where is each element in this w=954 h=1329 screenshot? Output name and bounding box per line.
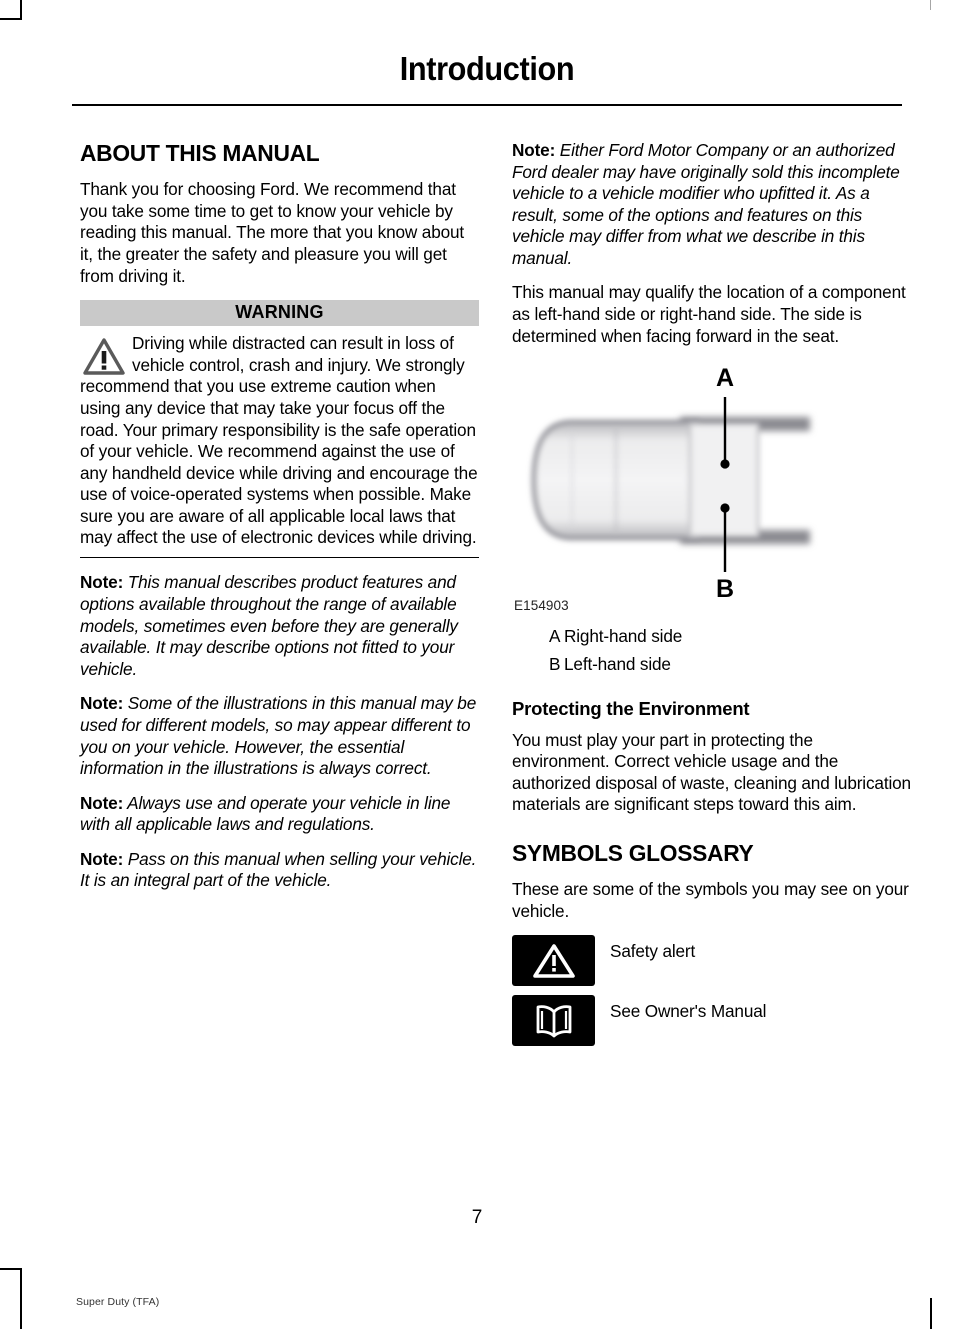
- figure-callout-a: A: [716, 364, 734, 392]
- legend-value: Right-hand side: [564, 626, 683, 647]
- page-number: 7: [471, 1207, 483, 1228]
- left-column: ABOUT THIS MANUAL Thank you for choosing…: [80, 140, 479, 905]
- section-heading-about-this-manual: ABOUT THIS MANUAL: [80, 140, 320, 166]
- symbol-list-item: See Owner's Manual: [512, 995, 911, 1047]
- note-label: Note:: [80, 848, 124, 869]
- figure-legend: A Right-hand side B Left-hand side: [512, 623, 911, 678]
- symbol-badge: [512, 995, 595, 1047]
- symbols-intro-paragraph: These are some of the symbols you may se…: [512, 879, 909, 921]
- side-definition-paragraph: This manual may qualify the location of …: [512, 282, 906, 346]
- note-label: Note:: [512, 140, 556, 160]
- vehicle-side-figure: A B E154903: [512, 360, 911, 615]
- note-item: Note: Either Ford Motor Company or an au…: [512, 140, 911, 269]
- header-divider: [72, 104, 902, 106]
- legend-row: A Right-hand side: [512, 623, 911, 651]
- warning-bar-label: WARNING: [80, 300, 479, 327]
- legend-row: B Left-hand side: [512, 651, 911, 679]
- note-text: Always use and operate your vehicle in l…: [80, 792, 451, 835]
- right-column: Note: Either Ford Motor Company or an au…: [512, 140, 911, 1047]
- note-item: Note: Always use and operate your vehicl…: [80, 793, 479, 836]
- legend-value: Left-hand side: [564, 653, 671, 674]
- safety-alert-triangle-icon: [532, 943, 575, 978]
- owners-manual-book-icon: [536, 1005, 571, 1038]
- subsection-heading-protecting-the-environment: Protecting the Environment: [512, 698, 750, 720]
- figure-id-label: E154903: [514, 598, 569, 614]
- warning-triangle-icon: [83, 338, 125, 375]
- intro-paragraph: Thank you for choosing Ford. We recommen…: [80, 179, 465, 286]
- crop-mark-bottom-right-vertical: [930, 1298, 932, 1329]
- crop-mark-bottom-left-vertical: [20, 1268, 22, 1329]
- note-text: This manual describes product features a…: [80, 572, 458, 679]
- crop-mark-bottom-left-horizontal: [0, 1268, 22, 1270]
- note-text: Either Ford Motor Company or an authoriz…: [512, 140, 900, 268]
- warning-divider: [80, 556, 479, 559]
- symbol-list-item: Safety alert: [512, 935, 911, 987]
- warning-body: Driving while distracted can result in l…: [80, 333, 479, 549]
- warning-text: Driving while distracted can result in l…: [80, 333, 478, 548]
- crop-mark-top-left-horizontal: [0, 18, 22, 20]
- section-heading-symbols-glossary: SYMBOLS GLOSSARY: [512, 839, 754, 866]
- note-text: Pass on this manual when selling your ve…: [80, 848, 477, 891]
- page-header: Introduction: [72, 50, 902, 87]
- note-label: Note:: [80, 693, 124, 714]
- vehicle-top-view-illustration: A B: [531, 364, 810, 600]
- legend-key: A: [549, 626, 561, 647]
- environment-paragraph: You must play your part in protecting th…: [512, 729, 911, 815]
- note-label: Note:: [80, 792, 124, 813]
- crop-mark-top-left-vertical: [20, 0, 22, 19]
- note-item: Note: Pass on this manual when selling y…: [80, 849, 479, 892]
- symbol-label: See Owner's Manual: [610, 1001, 767, 1022]
- page-title: Introduction: [399, 50, 575, 87]
- symbol-label: Safety alert: [610, 941, 696, 962]
- symbol-badge: [512, 935, 595, 987]
- note-item: Note: Some of the illustrations in this …: [80, 693, 479, 779]
- warning-block: WARNING Driving while distracted can res…: [80, 300, 479, 559]
- note-text: Some of the illustrations in this manual…: [80, 693, 477, 779]
- figure-callout-b: B: [716, 575, 734, 600]
- note-item: Note: This manual describes product feat…: [80, 572, 479, 680]
- crop-mark-top-right-vertical: [930, 0, 932, 10]
- footer-publication-note: Super Duty (TFA): [76, 1296, 160, 1308]
- legend-key: B: [549, 653, 561, 674]
- note-label: Note:: [80, 572, 124, 593]
